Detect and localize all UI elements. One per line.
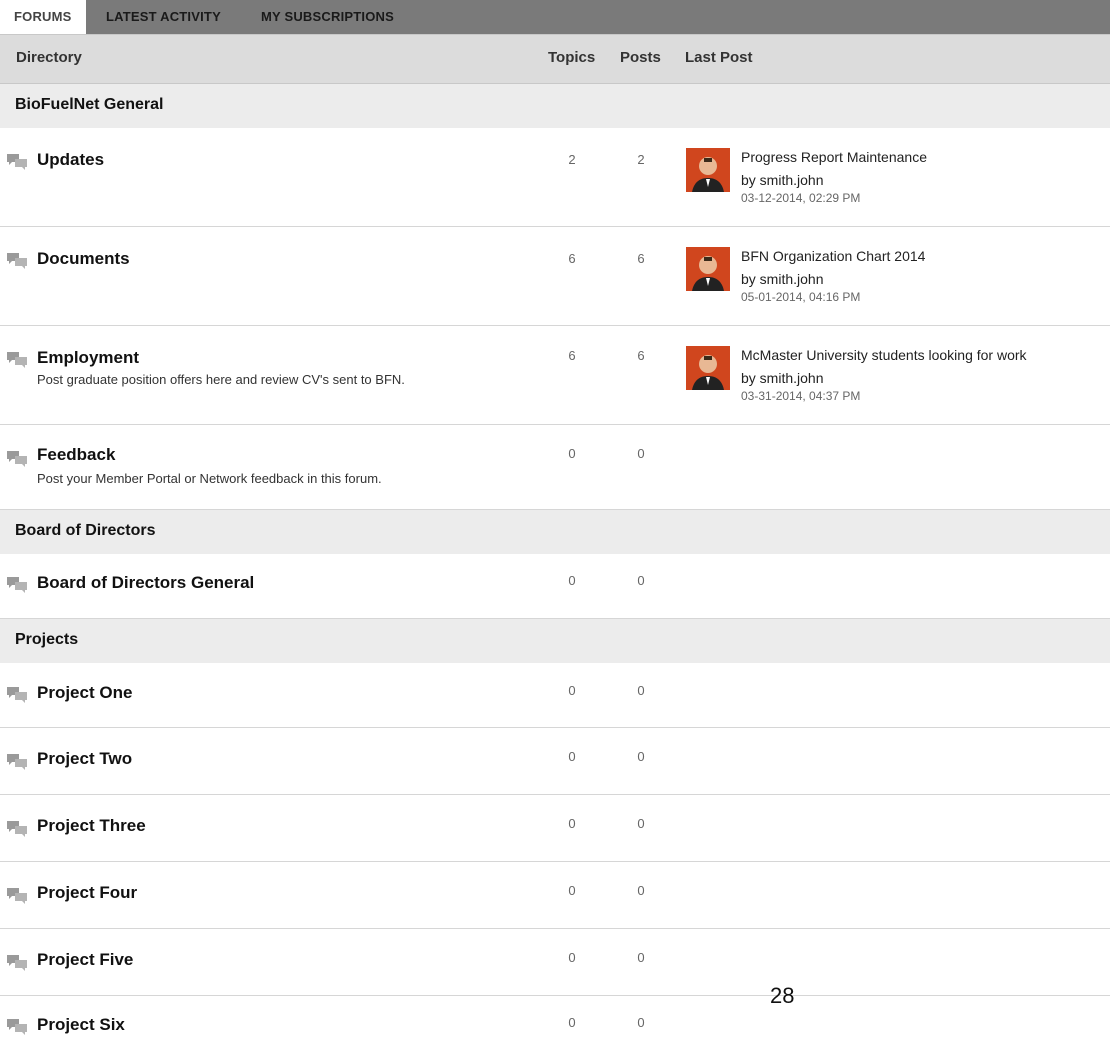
posts-count: 0 (637, 1015, 645, 1030)
posts-count: 0 (637, 749, 645, 764)
topics-count: 6 (568, 251, 576, 266)
posts-count: 6 (637, 251, 645, 266)
forum-title[interactable]: Project Four (37, 883, 137, 903)
forum-row: Project Two 0 0 (0, 728, 1110, 795)
forum-title[interactable]: Project Five (37, 950, 133, 970)
posts-count: 0 (637, 573, 645, 588)
page-number: 28 (770, 983, 795, 1008)
topics-count: 0 (568, 1015, 576, 1030)
topics-count: 0 (568, 749, 576, 764)
forum-title[interactable]: Board of Directors General (37, 573, 254, 593)
user-avatar[interactable] (686, 346, 730, 390)
forum-row: Project Six 0 0 (0, 996, 1110, 1037)
category-title[interactable]: BioFuelNet General (15, 96, 163, 114)
forum-row: Employment Post graduate position offers… (0, 326, 1110, 425)
forum-description: Post your Member Portal or Network feedb… (37, 471, 382, 486)
forum-row: Project Three 0 0 (0, 795, 1110, 862)
posts-count: 0 (637, 883, 645, 898)
speech-bubbles-icon (7, 888, 27, 904)
posts-count: 6 (637, 348, 645, 363)
last-post-title[interactable]: Progress Report Maintenance (741, 149, 927, 165)
speech-bubbles-icon (7, 754, 27, 770)
tab-forums[interactable]: FORUMS (0, 0, 86, 36)
last-post-date: 03-12-2014, 02:29 PM (741, 191, 861, 205)
forum-title[interactable]: Feedback (37, 445, 115, 465)
forum-row: Board of Directors General 0 0 (0, 554, 1110, 619)
forum-title[interactable]: Documents (37, 249, 130, 269)
forum-row: Project Five 0 0 (0, 929, 1110, 996)
forum-row: Updates 2 2 Progress Report Maintenance … (0, 128, 1110, 227)
topics-count: 0 (568, 683, 576, 698)
forum-row: Feedback Post your Member Portal or Netw… (0, 425, 1110, 510)
user-avatar[interactable] (686, 247, 730, 291)
tab-latest-activity[interactable]: LATEST ACTIVITY (92, 0, 235, 34)
category-header[interactable]: BioFuelNet General (0, 84, 1110, 128)
speech-bubbles-icon (7, 955, 27, 971)
category-title[interactable]: Board of Directors (15, 522, 155, 540)
topics-count: 2 (568, 152, 576, 167)
forum-title[interactable]: Employment (37, 348, 139, 368)
last-post-author[interactable]: by smith.john (741, 172, 823, 188)
topics-count: 6 (568, 348, 576, 363)
forum-title[interactable]: Project One (37, 683, 132, 703)
posts-count: 2 (637, 152, 645, 167)
col-last-post: Last Post (685, 49, 753, 66)
col-topics: Topics (548, 49, 596, 66)
speech-bubbles-icon (7, 1019, 27, 1035)
forum-title[interactable]: Project Six (37, 1015, 125, 1035)
speech-bubbles-icon (7, 253, 27, 269)
tab-bar: FORUMS LATEST ACTIVITY MY SUBSCRIPTIONS (0, 0, 1110, 36)
speech-bubbles-icon (7, 352, 27, 368)
last-post-date: 05-01-2014, 04:16 PM (741, 290, 861, 304)
topics-count: 0 (568, 950, 576, 965)
speech-bubbles-icon (7, 577, 27, 593)
topics-count: 0 (568, 883, 576, 898)
category-title[interactable]: Projects (15, 631, 78, 649)
posts-count: 0 (637, 816, 645, 831)
last-post-author[interactable]: by smith.john (741, 271, 823, 287)
posts-count: 0 (637, 683, 645, 698)
forum-row: Project Four 0 0 (0, 862, 1110, 929)
last-post-date: 03-31-2014, 04:37 PM (741, 389, 861, 403)
forum-row: Project One 0 0 (0, 663, 1110, 728)
posts-count: 0 (637, 446, 645, 461)
topics-count: 0 (568, 446, 576, 461)
forum-title[interactable]: Project Three (37, 816, 146, 836)
speech-bubbles-icon (7, 451, 27, 467)
topics-count: 0 (568, 573, 576, 588)
topics-count: 0 (568, 816, 576, 831)
speech-bubbles-icon (7, 687, 27, 703)
category-header[interactable]: Board of Directors (0, 510, 1110, 554)
col-posts: Posts (620, 49, 661, 66)
col-directory: Directory (16, 49, 82, 66)
tab-my-subscriptions[interactable]: MY SUBSCRIPTIONS (247, 0, 408, 34)
last-post-title[interactable]: McMaster University students looking for… (741, 347, 1027, 363)
posts-count: 0 (637, 950, 645, 965)
last-post-author[interactable]: by smith.john (741, 370, 823, 386)
forum-title[interactable]: Updates (37, 150, 104, 170)
column-header: Directory Topics Posts Last Post (0, 34, 1110, 84)
forum-description: Post graduate position offers here and r… (37, 372, 405, 387)
speech-bubbles-icon (7, 154, 27, 170)
user-avatar[interactable] (686, 148, 730, 192)
category-header[interactable]: Projects (0, 619, 1110, 663)
forum-title[interactable]: Project Two (37, 749, 132, 769)
speech-bubbles-icon (7, 821, 27, 837)
last-post-title[interactable]: BFN Organization Chart 2014 (741, 248, 925, 264)
forum-row: Documents 6 6 BFN Organization Chart 201… (0, 227, 1110, 326)
